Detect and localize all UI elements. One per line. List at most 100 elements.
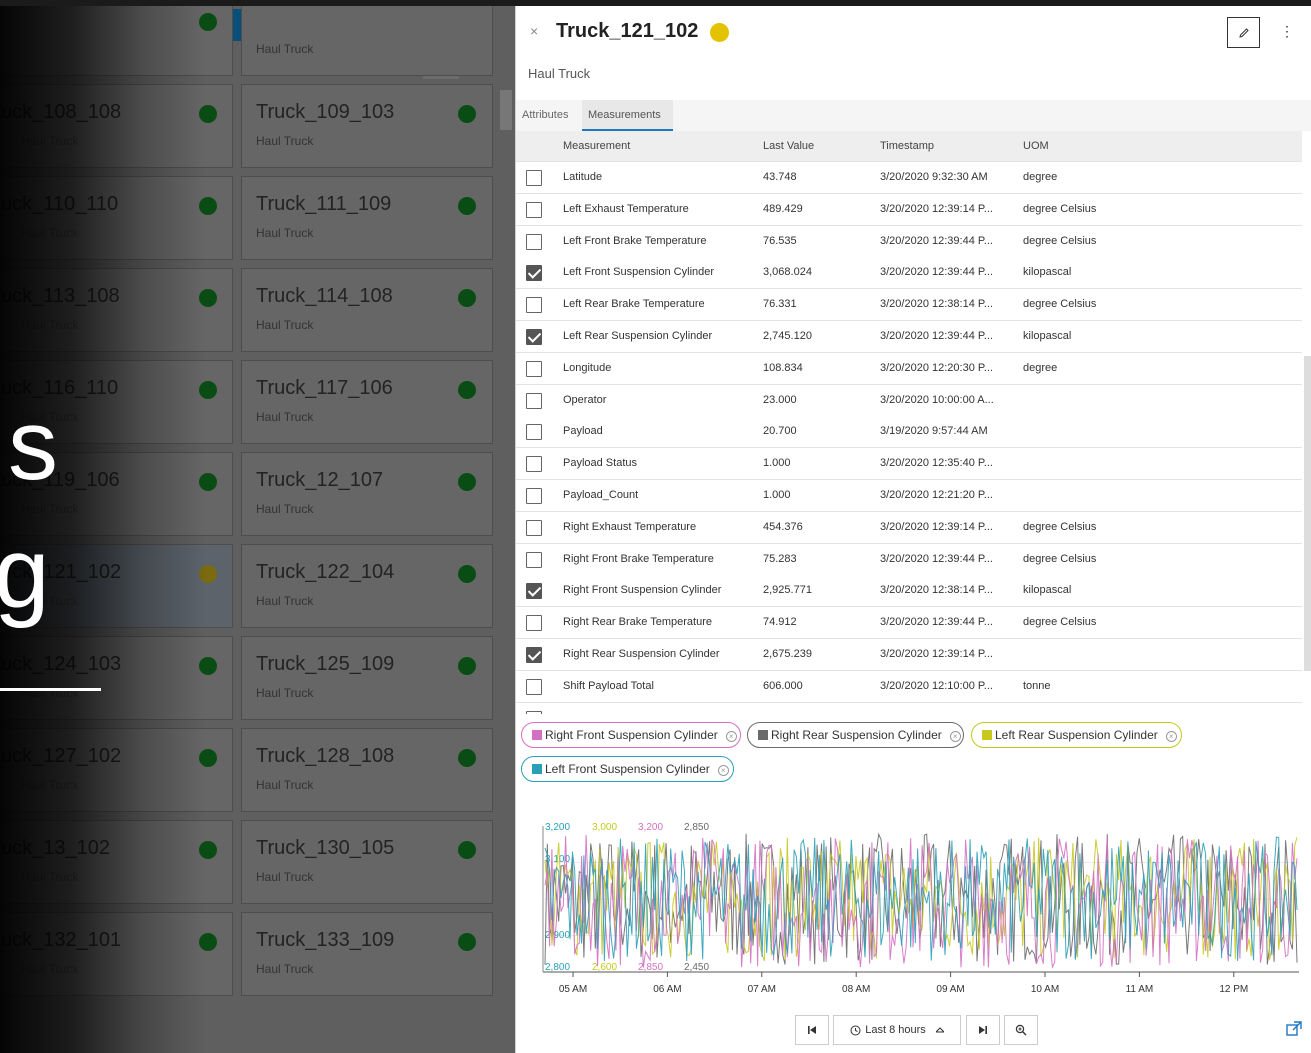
timestamp: 3/20/2020 10:00:00 A... bbox=[880, 393, 994, 406]
table-row[interactable]: Latitude 43.748 3/20/2020 9:32:30 AM degree bbox=[516, 162, 1302, 194]
table-row[interactable]: Left Exhaust Temperature 489.429 3/20/2020… bbox=[516, 193, 1302, 226]
asset-card-title: uck_124_103 bbox=[1, 653, 122, 675]
asset-card-title: uck_113_108 bbox=[1, 285, 120, 307]
asset-card[interactable]: uck_127_102 Haul Truck bbox=[0, 728, 233, 812]
row-checkbox[interactable] bbox=[526, 710, 542, 714]
row-checkbox[interactable] bbox=[526, 456, 542, 473]
measurement-name: Right Rear Suspension Cylinder bbox=[563, 648, 720, 660]
table-scrollbar[interactable] bbox=[1304, 356, 1311, 671]
edit-button[interactable] bbox=[1227, 17, 1260, 48]
row-checkbox[interactable] bbox=[526, 615, 542, 632]
header-measurement[interactable]: Measurement bbox=[563, 131, 753, 162]
header-timestamp[interactable]: Timestamp bbox=[880, 131, 1010, 162]
table-row[interactable]: Longitude 108.834 3/20/2020 12:20:30 P... d… bbox=[516, 352, 1302, 385]
table-row[interactable]: Right Rear Brake Temperature 74.912 3/20/2… bbox=[516, 607, 1302, 640]
asset-card[interactable]: Truck_128_108 Haul Truck bbox=[241, 728, 493, 812]
table-row[interactable]: Left Rear Brake Temperature 76.331 3/20/20… bbox=[516, 289, 1302, 322]
asset-card-title: uck_110_110 bbox=[1, 193, 119, 215]
time-range-button[interactable]: Last 8 hours bbox=[833, 1015, 961, 1045]
asset-card-type: Haul Truck bbox=[21, 594, 79, 608]
header-last-value[interactable]: Last Value bbox=[763, 131, 873, 162]
row-checkbox[interactable] bbox=[526, 329, 542, 345]
series-chip[interactable]: Right Front Suspension Cylinder × bbox=[521, 722, 741, 748]
tab-attributes[interactable]: Attributes bbox=[522, 100, 568, 131]
last-value: 1.000 bbox=[763, 457, 791, 470]
row-checkbox[interactable] bbox=[526, 360, 542, 377]
popout-icon[interactable] bbox=[1286, 1021, 1302, 1037]
row-checkbox[interactable] bbox=[526, 583, 542, 600]
remove-series-icon[interactable]: × bbox=[949, 731, 961, 742]
list-scrollbar[interactable] bbox=[500, 90, 512, 130]
table-row[interactable]: Left Front Brake Temperature 76.535 3/20/2… bbox=[516, 225, 1302, 258]
asset-card[interactable]: uck_124_103 Haul Truck bbox=[0, 636, 233, 720]
table-row[interactable]: Operator 23.000 3/20/2020 10:00:00 A... bbox=[516, 384, 1302, 417]
asset-card[interactable]: uck_108_108 Haul Truck bbox=[0, 84, 233, 168]
asset-card[interactable]: uck_13_102 Haul Truck bbox=[0, 820, 233, 904]
row-checkbox[interactable] bbox=[526, 265, 542, 282]
table-row[interactable]: Payload_Count 1.000 3/20/2020 12:21:20 P..… bbox=[516, 480, 1302, 512]
more-options-icon[interactable]: ⋮ bbox=[1280, 23, 1294, 40]
table-row[interactable]: Payload Status 1.000 3/20/2020 12:35:40 P.… bbox=[516, 448, 1302, 481]
remove-series-icon[interactable]: × bbox=[725, 731, 737, 742]
header-uom[interactable]: UOM bbox=[1023, 131, 1173, 162]
asset-card-title: Truck_125_109 bbox=[256, 653, 395, 675]
table-row[interactable]: Right Exhaust Temperature 454.376 3/20/202… bbox=[516, 511, 1302, 544]
table-row[interactable]: Right Front Suspension Cylinder 2,925.771… bbox=[516, 575, 1302, 608]
row-checkbox[interactable] bbox=[526, 488, 542, 504]
x-tick-label: 09 AM bbox=[936, 984, 964, 995]
row-checkbox[interactable] bbox=[526, 647, 542, 663]
table-row[interactable]: Right Rear Suspension Cylinder 2,675.239 3… bbox=[516, 639, 1302, 671]
timestamp: 3/20/2020 12:20:30 P... bbox=[880, 361, 993, 374]
asset-card[interactable]: Truck_111_109 Haul Truck bbox=[241, 176, 493, 260]
table-row[interactable]: Left Front Suspension Cylinder 3,068.024 3… bbox=[516, 257, 1302, 290]
step-forward-button[interactable] bbox=[966, 1015, 1000, 1045]
asset-card[interactable] bbox=[0, 0, 233, 76]
zoom-button[interactable] bbox=[1004, 1015, 1038, 1045]
row-checkbox[interactable] bbox=[526, 297, 542, 314]
asset-card[interactable]: uck_132_101 Haul Truck bbox=[0, 912, 233, 996]
tab-measurements[interactable]: Measurements bbox=[582, 100, 673, 131]
y-tick-label: 2,850 bbox=[684, 822, 709, 833]
asset-card[interactable]: Truck_117_106 Haul Truck bbox=[241, 360, 493, 444]
asset-type: Haul Truck bbox=[528, 66, 591, 81]
asset-card[interactable]: Truck_130_105 Haul Truck bbox=[241, 820, 493, 904]
uom: degree Celsius bbox=[1023, 520, 1097, 533]
asset-card-title: Truck_117_106 bbox=[256, 377, 393, 399]
row-checkbox[interactable] bbox=[526, 233, 542, 250]
asset-card[interactable]: Truck_122_104 Haul Truck bbox=[241, 544, 493, 628]
uom: degree Celsius bbox=[1023, 616, 1097, 629]
asset-card[interactable]: uck_121_102 Haul Truck bbox=[0, 544, 233, 628]
row-checkbox[interactable] bbox=[526, 519, 542, 536]
remove-series-icon[interactable]: × bbox=[717, 765, 729, 776]
step-back-button[interactable] bbox=[795, 1015, 829, 1045]
asset-card-type: Haul Truck bbox=[21, 870, 79, 884]
row-checkbox[interactable] bbox=[526, 678, 542, 695]
series-chip[interactable]: Right Rear Suspension Cylinder × bbox=[747, 722, 964, 748]
row-checkbox[interactable] bbox=[526, 170, 542, 186]
table-row[interactable]: Right Front Brake Temperature 75.283 3/20/… bbox=[516, 543, 1302, 576]
row-checkbox[interactable] bbox=[526, 424, 542, 441]
asset-card[interactable]: uck_116_110 Haul Truck bbox=[0, 360, 233, 444]
row-checkbox[interactable] bbox=[526, 201, 542, 218]
asset-card[interactable]: uck_113_108 Haul Truck bbox=[0, 268, 233, 352]
table-row[interactable]: Shift Payload Total 606.000 3/20/2020 12:1… bbox=[516, 670, 1302, 703]
asset-card[interactable]: uck_110_110 Haul Truck bbox=[0, 176, 233, 260]
trend-chart[interactable]: 3,200 3,100 2,900 2,800 3,000 2,600 3,200 2,850… bbox=[516, 814, 1311, 999]
asset-card[interactable]: Haul Truck bbox=[241, 0, 493, 76]
close-icon[interactable]: × bbox=[530, 23, 538, 39]
series-chip[interactable]: Left Rear Suspension Cylinder × bbox=[971, 722, 1182, 748]
series-chip[interactable]: Left Front Suspension Cylinder × bbox=[521, 756, 734, 782]
asset-card[interactable]: uck_119_106 Haul Truck bbox=[0, 452, 233, 536]
table-row[interactable]: Left Rear Suspension Cylinder 2,745.120 3/… bbox=[516, 321, 1302, 353]
row-checkbox[interactable] bbox=[526, 551, 542, 568]
remove-series-icon[interactable]: × bbox=[1165, 731, 1177, 742]
asset-card[interactable]: Truck_12_107 Haul Truck bbox=[241, 452, 493, 536]
asset-card[interactable]: Truck_125_109 Haul Truck bbox=[241, 636, 493, 720]
asset-card[interactable]: Truck_109_103 Haul Truck bbox=[241, 84, 493, 168]
row-checkbox[interactable] bbox=[526, 392, 542, 409]
timestamp: 3/20/2020 12:39:44 P... bbox=[880, 616, 993, 629]
asset-card[interactable]: Truck_114_108 Haul Truck bbox=[241, 268, 493, 352]
timestamp: 3/20/2020 12:10:00 P... bbox=[880, 679, 993, 692]
table-row[interactable]: Payload 20.700 3/19/2020 9:57:44 AM bbox=[516, 416, 1302, 449]
asset-card[interactable]: Truck_133_109 Haul Truck bbox=[241, 912, 493, 996]
